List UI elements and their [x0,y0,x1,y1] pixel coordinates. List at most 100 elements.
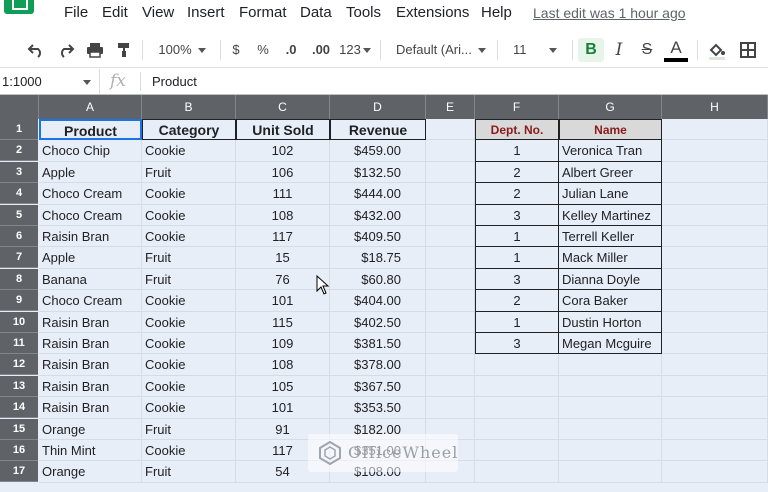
grid-cell[interactable] [662,140,768,162]
column-header-e[interactable]: E [426,95,475,119]
table1-data-cell[interactable]: Choco Chip [39,140,142,162]
table2-data-cell[interactable]: Cora Baker [559,290,662,312]
column-header-g[interactable]: G [559,95,662,119]
row-header-6[interactable]: 6 [0,226,38,247]
table1-data-cell[interactable]: 109 [236,333,330,355]
grid-cell[interactable] [475,440,559,462]
grid-cell[interactable] [662,397,768,419]
column-header-a[interactable]: A [39,95,142,119]
row-header-10[interactable]: 10 [0,311,38,333]
grid-cell[interactable] [662,333,768,355]
currency-button[interactable]: $ [227,38,245,62]
table1-data-cell[interactable]: $353.50 [330,397,426,419]
table1-data-cell[interactable]: 111 [236,183,330,205]
table2-data-cell[interactable]: Dianna Doyle [559,268,662,291]
grid-cell[interactable] [426,204,475,226]
table1-data-cell[interactable]: Cookie [142,226,236,248]
table2-data-cell[interactable]: 2 [475,183,559,205]
table2-data-cell[interactable]: 3 [475,268,559,291]
table1-data-cell[interactable]: Apple [39,247,142,269]
table2-data-cell[interactable]: Dustin Horton [559,311,662,333]
table1-data-cell[interactable]: Thin Mint [39,440,142,462]
grid-cell[interactable] [426,247,475,269]
table2-data-cell[interactable]: 3 [475,333,559,355]
grid-cell[interactable] [426,226,475,248]
sheet-grid[interactable]: ABCDEFGH 1 2 3 4 5 6 7 8 9 10 11 12 13 14 15 16 17 Produ… [0,95,768,492]
table1-data-cell[interactable]: Raisin Bran [39,375,142,398]
table2-data-cell[interactable]: 1 [475,247,559,269]
menu-view[interactable]: View [142,4,174,22]
grid-cell[interactable] [475,461,559,483]
table1-data-cell[interactable]: 106 [236,161,330,184]
table2-data-cell[interactable]: 2 [475,161,559,184]
row-header-13[interactable]: 13 [0,375,38,397]
zoom-select[interactable]: 100% [150,38,214,62]
table1-data-cell[interactable]: 101 [236,397,330,419]
grid-cell[interactable] [475,354,559,376]
column-header-c[interactable]: C [236,95,330,119]
row-header-16[interactable]: 16 [0,440,38,461]
table1-data-cell[interactable]: Orange [39,418,142,440]
table1-data-cell[interactable]: $132.50 [330,161,426,184]
menu-extensions[interactable]: Extensions [396,4,469,22]
menu-tools[interactable]: Tools [346,4,381,22]
grid-cell[interactable] [662,311,768,333]
table1-data-cell[interactable]: Fruit [142,268,236,291]
grid-cell[interactable] [559,418,662,440]
grid-cell[interactable] [426,397,475,419]
fill-color-button[interactable] [704,38,730,62]
menu-format[interactable]: Format [239,4,287,22]
grid-cell[interactable] [662,204,768,226]
table1-data-cell[interactable]: Cookie [142,333,236,355]
more-formats-button[interactable]: 123 [338,38,372,62]
menu-help[interactable]: Help [481,4,512,22]
table1-data-cell[interactable]: Fruit [142,161,236,184]
table1-data-cell[interactable]: 117 [236,226,330,248]
grid-cell[interactable] [662,183,768,205]
table1-data-cell[interactable]: $402.50 [330,311,426,333]
grid-cell[interactable] [662,247,768,269]
redo-button[interactable] [54,38,78,62]
table1-data-cell[interactable]: Choco Cream [39,204,142,226]
table1-data-cell[interactable]: Cookie [142,397,236,419]
table1-header-cell[interactable]: Unit Sold [236,119,330,141]
grid-cell[interactable] [426,183,475,205]
table1-data-cell[interactable]: 115 [236,311,330,333]
paint-format-button[interactable] [112,38,136,62]
table2-data-cell[interactable]: Kelley Martinez [559,204,662,226]
grid-cell[interactable] [426,140,475,162]
table1-data-cell[interactable]: $367.50 [330,375,426,398]
table2-data-cell[interactable]: Megan Mcguire [559,333,662,355]
table1-data-cell[interactable]: Raisin Bran [39,226,142,248]
column-header-b[interactable]: B [142,95,236,119]
table1-data-cell[interactable]: $409.50 [330,226,426,248]
row-header-3[interactable]: 3 [0,161,38,183]
table1-data-cell[interactable]: Orange [39,461,142,483]
grid-cell[interactable] [662,440,768,462]
table1-header-cell[interactable]: Revenue [330,119,426,141]
table2-data-cell[interactable]: 1 [475,140,559,162]
table2-data-cell[interactable]: Mack Miller [559,247,662,269]
grid-cell[interactable] [559,375,662,398]
table2-data-cell[interactable]: 3 [475,204,559,226]
column-header-d[interactable]: D [330,95,426,119]
table1-data-cell[interactable]: $378.00 [330,354,426,376]
grid-cell[interactable] [662,161,768,184]
table1-data-cell[interactable]: Cookie [142,204,236,226]
table1-data-cell[interactable]: 105 [236,375,330,398]
table1-data-cell[interactable]: Raisin Bran [39,354,142,376]
last-edit-link[interactable]: Last edit was 1 hour ago [533,4,686,22]
row-header-9[interactable]: 9 [0,290,38,312]
table1-data-cell[interactable]: Raisin Bran [39,333,142,355]
grid-cell[interactable] [426,161,475,184]
row-header-12[interactable]: 12 [0,354,38,376]
row-header-1[interactable]: 1 [0,119,38,140]
select-all-corner[interactable] [0,95,39,119]
row-header-8[interactable]: 8 [0,268,38,290]
table1-header-cell[interactable]: Category [142,119,236,141]
row-header-4[interactable]: 4 [0,183,38,205]
column-header-f[interactable]: F [475,95,559,119]
strikethrough-button[interactable]: S [636,38,658,62]
table2-data-cell[interactable]: Julian Lane [559,183,662,205]
sheets-logo-icon[interactable] [4,0,34,14]
